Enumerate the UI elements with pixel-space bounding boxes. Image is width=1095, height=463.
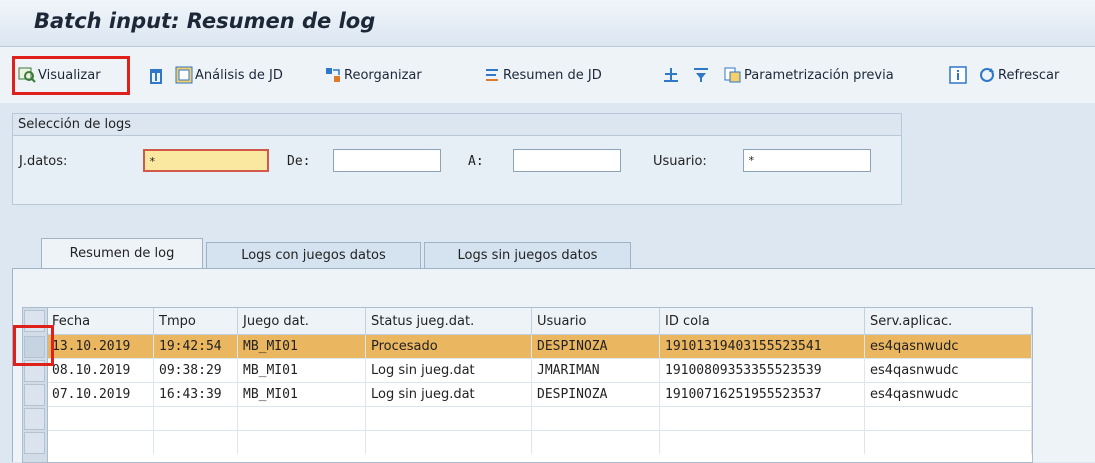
cell-status: Log sin jueg.dat (366, 383, 532, 406)
cell-empty (47, 431, 154, 454)
row-selector-highlight (13, 325, 54, 366)
row-selector[interactable] (24, 432, 45, 454)
settings-icon (724, 67, 741, 83)
column-header[interactable]: Fecha (47, 308, 154, 334)
tab-logs-sin-juegos[interactable]: Logs sin juegos datos (424, 242, 631, 268)
cell-tmpo: 19:42:54 (154, 335, 238, 358)
summary-icon (486, 69, 498, 81)
cell-servidor: es4qasnwudc (865, 335, 1032, 358)
filter-icon (694, 68, 708, 82)
info-icon (949, 66, 967, 84)
column-header[interactable]: Serv.aplicac. (865, 308, 1032, 334)
table-row[interactable]: 07.10.2019 16:43:39 MB_MI01 Log sin jueg… (23, 383, 1032, 407)
cell-status: Log sin jueg.dat (366, 359, 532, 382)
log-table: Fecha Tmpo Juego dat. Status jueg.dat. U… (22, 307, 1033, 463)
selection-panel-header: Selección de logs (13, 114, 901, 136)
sort-icon (664, 68, 678, 82)
cell-empty (154, 431, 238, 454)
cell-servidor: es4qasnwudc (865, 359, 1032, 382)
cell-usuario: JMARIMAN (532, 359, 660, 382)
cell-tmpo: 16:43:39 (154, 383, 238, 406)
column-header[interactable]: ID cola (660, 308, 865, 334)
cell-empty (47, 407, 154, 430)
reorganize-icon (326, 68, 340, 82)
row-selector[interactable] (24, 408, 45, 430)
page-title: Batch input: Resumen de log (34, 9, 376, 33)
parametrizacion-button[interactable]: Parametrización previa (724, 64, 894, 86)
usuario-label: Usuario: (653, 154, 707, 169)
cell-empty (366, 431, 532, 454)
refrescar-button[interactable]: Refrescar (978, 64, 1059, 86)
application-toolbar: Visualizar Análisis de JD Reorganizar Re… (0, 47, 1095, 103)
cell-id-cola: 19100809353355523539 (660, 359, 865, 382)
refrescar-label: Refrescar (998, 67, 1060, 83)
sort-button[interactable] (662, 64, 682, 86)
row-selector[interactable] (24, 384, 45, 406)
refresh-icon (980, 68, 994, 82)
a-input[interactable] (513, 149, 621, 172)
tab-label: Logs sin juegos datos (457, 248, 598, 263)
analisis-button[interactable]: Análisis de JD (175, 64, 283, 86)
cell-usuario: DESPINOZA (532, 383, 660, 406)
de-label: De: (287, 154, 311, 169)
reorganizar-button[interactable]: Reorganizar (324, 64, 422, 86)
resumen-label: Resumen de JD (503, 67, 602, 83)
cell-juego: MB_MI01 (238, 383, 366, 406)
cell-empty (238, 407, 366, 430)
cell-usuario: DESPINOZA (532, 335, 660, 358)
table-header: Fecha Tmpo Juego dat. Status jueg.dat. U… (23, 308, 1032, 335)
tab-logs-con-juegos[interactable]: Logs con juegos datos (206, 242, 421, 268)
parametrizacion-label: Parametrización previa (744, 67, 894, 83)
title-bar: Batch input: Resumen de log (0, 0, 1095, 47)
delete-button[interactable] (147, 64, 167, 86)
visualizar-highlight (12, 56, 130, 95)
de-input[interactable] (333, 149, 441, 172)
cell-juego: MB_MI01 (238, 359, 366, 382)
info-button[interactable] (949, 64, 969, 86)
cell-empty (532, 431, 660, 454)
cell-fecha: 07.10.2019 (47, 383, 154, 406)
cell-empty (532, 407, 660, 430)
analisis-label: Análisis de JD (195, 67, 283, 83)
selection-panel-title: Selección de logs (18, 117, 132, 132)
cell-servidor: es4qasnwudc (865, 383, 1032, 406)
usuario-input[interactable]: * (743, 149, 871, 172)
cell-empty (660, 407, 865, 430)
jdatos-label: J.datos: (19, 154, 68, 169)
cell-tmpo: 09:38:29 (154, 359, 238, 382)
cell-empty (865, 407, 1032, 430)
cell-id-cola: 19101319403155523541 (660, 335, 865, 358)
tab-strip: Resumen de log Logs con juegos datos Log… (12, 238, 1095, 268)
selection-panel: Selección de logs J.datos: * De: A: Usua… (12, 113, 902, 205)
cell-id-cola: 19100716251955523537 (660, 383, 865, 406)
cell-fecha: 13.10.2019 (47, 335, 154, 358)
column-header[interactable]: Tmpo (154, 308, 238, 334)
table-row-empty (23, 407, 1032, 431)
analysis-icon (175, 66, 193, 84)
a-label: A: (468, 154, 484, 169)
reorganizar-label: Reorganizar (344, 67, 422, 83)
filter-button[interactable] (692, 64, 712, 86)
cell-status: Procesado (366, 335, 532, 358)
cell-juego: MB_MI01 (238, 335, 366, 358)
tab-label: Logs con juegos datos (241, 248, 386, 263)
resumen-button[interactable]: Resumen de JD (483, 64, 602, 86)
trash-icon (150, 69, 162, 84)
cell-empty (865, 431, 1032, 454)
cell-empty (154, 407, 238, 430)
table-row-empty (23, 431, 1032, 454)
column-header[interactable]: Status jueg.dat. (366, 308, 532, 334)
column-header[interactable]: Usuario (532, 308, 660, 334)
column-header[interactable]: Juego dat. (238, 308, 366, 334)
jdatos-input[interactable]: * (143, 149, 269, 172)
cell-empty (238, 431, 366, 454)
table-row[interactable]: 08.10.2019 09:38:29 MB_MI01 Log sin jueg… (23, 359, 1032, 383)
cell-empty (366, 407, 532, 430)
table-row[interactable]: 13.10.2019 19:42:54 MB_MI01 Procesado DE… (23, 335, 1032, 359)
tab-label: Resumen de log (69, 246, 175, 261)
cell-empty (660, 431, 865, 454)
cell-fecha: 08.10.2019 (47, 359, 154, 382)
tab-resumen-log[interactable]: Resumen de log (41, 238, 203, 268)
